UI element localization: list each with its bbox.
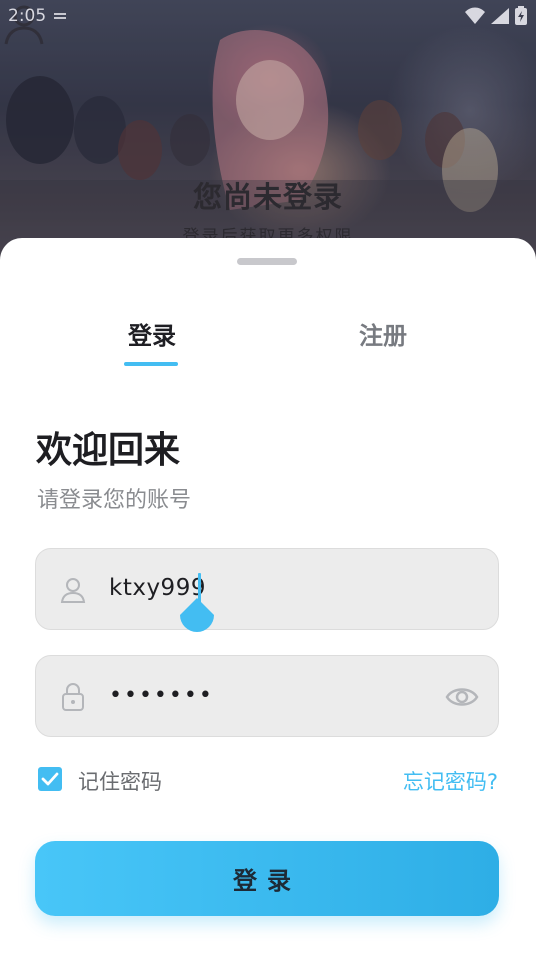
tab-login[interactable]: 登录	[114, 316, 190, 351]
status-time: 2:05	[8, 6, 47, 26]
not-logged-in-title: 您尚未登录	[192, 180, 343, 214]
password-field[interactable]: •••••••	[35, 655, 499, 737]
welcome-subtitle: 请登录您的账号	[37, 488, 192, 513]
wifi-icon	[464, 7, 486, 25]
remember-password-label[interactable]: 记住密码	[78, 766, 162, 796]
password-input[interactable]: •••••••	[109, 683, 214, 708]
remember-password-checkbox[interactable]	[38, 767, 62, 791]
remember-row: 记住密码 忘记密码?	[38, 765, 498, 796]
active-tab-indicator	[124, 362, 178, 366]
signal-icon	[490, 7, 510, 25]
welcome-heading: 欢迎回来	[36, 430, 181, 471]
checkmark-icon	[41, 772, 59, 786]
person-icon	[60, 578, 86, 603]
lock-icon	[62, 683, 84, 711]
text-selection-handle[interactable]	[180, 598, 214, 632]
sheet-drag-handle[interactable]	[237, 258, 297, 265]
notification-icon	[50, 9, 70, 23]
login-screen: 您尚未登录 登录后获取更多权限 2:05 登录 注册 欢迎回来 请登录您的账号	[0, 0, 536, 956]
battery-icon	[514, 6, 528, 26]
status-bar: 2:05	[0, 0, 536, 32]
login-submit-button[interactable]: 登录	[35, 841, 499, 916]
login-bottom-sheet: 登录 注册 欢迎回来 请登录您的账号 ktxy999 ••••••• 记住密码 …	[0, 238, 536, 956]
forgot-password-link[interactable]: 忘记密码?	[403, 766, 498, 796]
username-field[interactable]: ktxy999	[35, 548, 499, 632]
eye-icon[interactable]	[445, 682, 479, 712]
tab-register[interactable]: 注册	[345, 316, 421, 351]
auth-tabs: 登录 注册	[0, 316, 536, 366]
